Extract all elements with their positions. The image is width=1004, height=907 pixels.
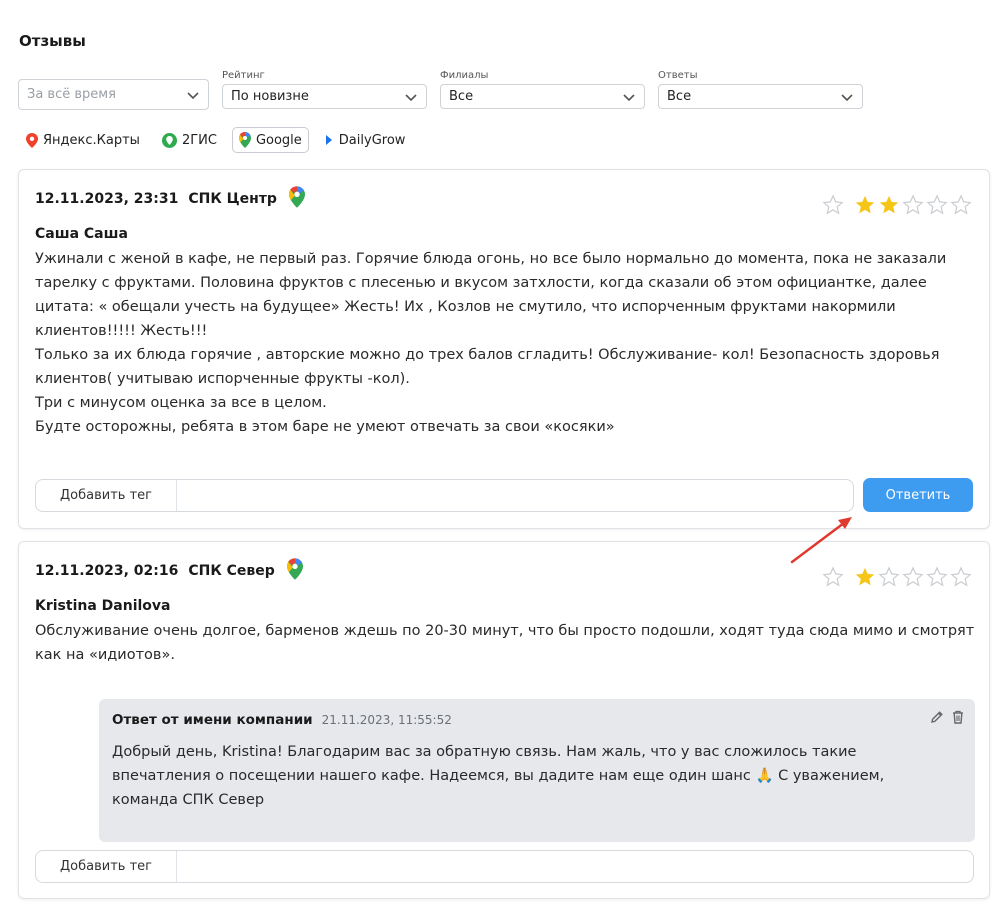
star-empty-icon (902, 194, 924, 215)
delete-icon[interactable] (951, 709, 965, 729)
answers-select-value: Все (667, 89, 692, 104)
rating-filter: Рейтинг По новизне (222, 70, 427, 109)
review-branch: СПК Север (188, 563, 275, 579)
review-branch: СПК Центр (188, 191, 277, 207)
review-header: 12.11.2023, 02:16 СПК Север (35, 558, 303, 584)
period-select[interactable]: За всё время (18, 79, 209, 110)
rating-select-value: По новизне (231, 89, 309, 104)
review-author: Саша Саша (35, 226, 128, 242)
2gis-icon (161, 132, 177, 148)
star-empty-icon (926, 194, 948, 215)
source-tab-label: Google (255, 132, 302, 148)
google-maps-icon (286, 558, 303, 584)
dailygrow-icon (324, 134, 334, 146)
add-tag-button[interactable]: Добавить тег (36, 851, 177, 882)
star-empty-icon (926, 566, 948, 587)
page-title: Отзывы (19, 32, 86, 50)
source-tab-dailygrow[interactable]: DailyGrow (317, 127, 413, 153)
company-reply-title: Ответ от имени компании (112, 712, 313, 728)
company-reply: Ответ от имени компании 21.11.2023, 11:5… (99, 699, 975, 842)
period-filter: За всё время (18, 79, 209, 110)
company-reply-text: Добрый день, Kristina! Благодарим вас за… (112, 744, 885, 808)
chevron-down-icon (404, 90, 418, 104)
review-datetime: 12.11.2023, 02:16 (35, 563, 179, 579)
chevron-down-icon (622, 90, 636, 104)
rating-select[interactable]: По новизне (222, 84, 427, 109)
period-select-value: За всё время (27, 87, 116, 102)
answers-filter: Ответы Все (658, 70, 863, 109)
review-card: 12.11.2023, 23:31 СПК Центр Саша Саша Уж… (18, 169, 990, 529)
review-rating (821, 566, 973, 588)
tag-input[interactable]: Добавить тег (35, 850, 974, 883)
branches-select-value: Все (449, 89, 474, 104)
answers-select[interactable]: Все (658, 84, 863, 109)
chevron-down-icon (840, 90, 854, 104)
star-empty-icon (878, 566, 900, 587)
favorite-star-icon[interactable] (821, 194, 845, 216)
star-filled-icon (879, 195, 899, 214)
review-datetime: 12.11.2023, 23:31 (35, 191, 179, 207)
branches-select[interactable]: Все (440, 84, 645, 109)
source-tab-label: 2ГИС (181, 132, 217, 148)
rating-filter-label: Рейтинг (222, 70, 265, 81)
chevron-down-icon (186, 88, 200, 102)
review-card: 12.11.2023, 02:16 СПК Север Kristina Dan… (18, 541, 990, 899)
star-empty-icon (950, 566, 972, 587)
star-filled-icon (855, 567, 875, 586)
source-tab-google[interactable]: Google (231, 127, 309, 153)
google-maps-icon (238, 132, 251, 148)
source-tab-label: DailyGrow (338, 132, 406, 148)
tag-input[interactable]: Добавить тег (35, 479, 854, 512)
star-empty-icon (902, 566, 924, 587)
review-text: Ужинали с женой в кафе, не первый раз. Г… (35, 251, 947, 435)
star-filled-icon (855, 195, 875, 214)
google-maps-icon (288, 186, 305, 212)
company-reply-actions (929, 709, 965, 729)
branches-filter-label: Филиалы (440, 70, 489, 81)
tag-row: Добавить тег (35, 850, 974, 883)
reply-button[interactable]: Ответить (863, 478, 973, 512)
source-tabs: Яндекс.Карты 2ГИС Google DailyGrow (19, 127, 412, 153)
review-header: 12.11.2023, 23:31 СПК Центр (35, 186, 305, 212)
review-text: Обслуживание очень долгое, барменов ждеш… (35, 623, 975, 663)
source-tab-label: Яндекс.Карты (43, 132, 140, 148)
yandex-pin-icon (26, 132, 38, 148)
branches-filter: Филиалы Все (440, 70, 645, 109)
source-tab-yandex[interactable]: Яндекс.Карты (19, 127, 147, 153)
add-tag-button[interactable]: Добавить тег (36, 480, 177, 511)
source-tab-2gis[interactable]: 2ГИС (155, 127, 224, 153)
edit-icon[interactable] (929, 709, 945, 729)
favorite-star-icon[interactable] (821, 566, 845, 588)
star-empty-icon (950, 194, 972, 215)
review-rating (821, 194, 973, 216)
review-author: Kristina Danilova (35, 598, 171, 614)
tag-row: Добавить тег (35, 479, 854, 512)
company-reply-date: 21.11.2023, 11:55:52 (321, 713, 452, 727)
company-reply-header: Ответ от имени компании 21.11.2023, 11:5… (112, 712, 452, 728)
answers-filter-label: Ответы (658, 70, 698, 81)
